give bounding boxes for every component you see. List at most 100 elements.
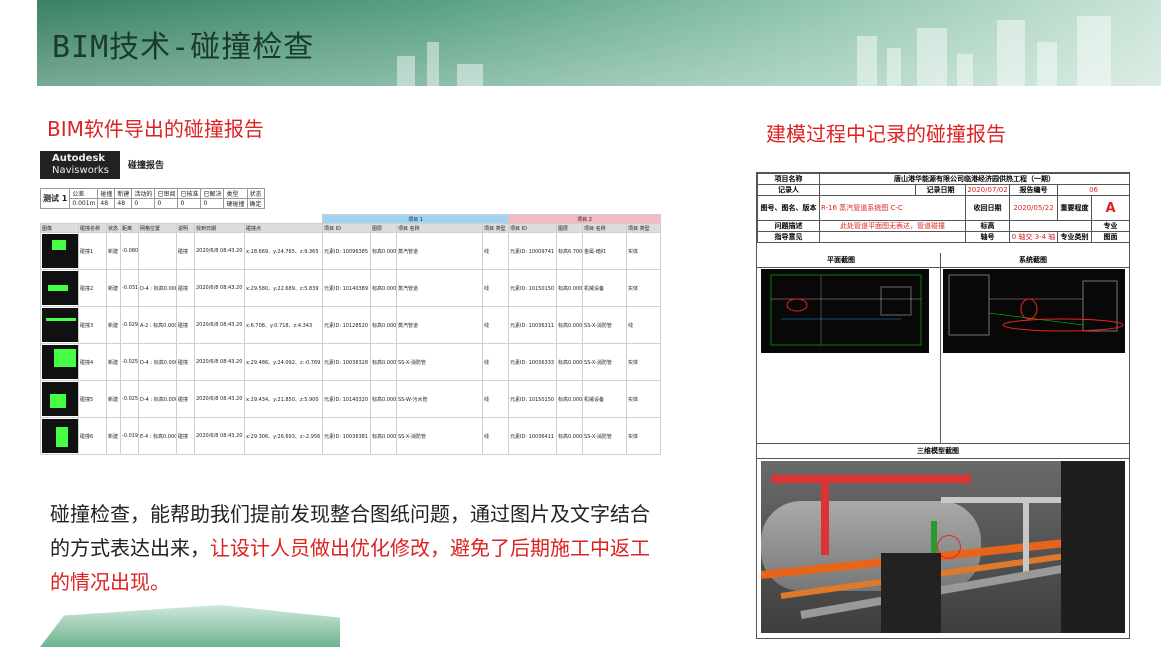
table-cell: SS-X-消防管 — [582, 306, 628, 344]
column-header: 项目 名称 — [582, 223, 628, 233]
table-cell: 线 — [481, 232, 510, 270]
table-row: 碰撞6 新建 -0.019 E-4 : 标高0.000 碰撞 2020/6/8 08:43… — [40, 417, 662, 455]
table-cell: 实体 — [626, 269, 662, 307]
table-cell: -0.080 — [120, 232, 139, 270]
table-cell: x:29.580、y:22.689、z:5.839 — [244, 269, 323, 307]
table-cell: 新建 — [106, 232, 121, 270]
table-cell: 标高0.000 — [556, 269, 584, 307]
column-header: 说明 — [176, 223, 195, 233]
table-cell: 元素ID: 10140320 — [322, 380, 371, 418]
table-cell: -0.029 — [120, 306, 139, 344]
table-cell: 碰撞 — [176, 306, 195, 344]
column-header: 距离 — [120, 223, 139, 233]
table-cell: 线 — [481, 380, 510, 418]
table-cell: D-4 : 标高0.000 — [138, 269, 177, 307]
report-title: 碰撞报告 — [128, 161, 165, 171]
table-cell: 2020/6/8 08:43.20 — [194, 417, 245, 455]
clash-thumbnail — [42, 382, 78, 416]
table-cell: 碰撞 — [176, 232, 195, 270]
table-cell: 新建 — [106, 380, 121, 418]
table-cell: 2020/6/8 08:43.20 — [194, 269, 245, 307]
table-cell: -0.025 — [120, 343, 139, 381]
system-screenshot — [943, 269, 1125, 353]
table-cell: 2020/6/8 08:43.20 — [194, 306, 245, 344]
table-cell: 元素ID: 10036311 — [508, 306, 558, 344]
table-cell: D-4 : 标高0.000 — [138, 380, 177, 418]
table-row: 碰撞4 新建 -0.025 D-4 : 标高0.000 碰撞 2020/6/8 08:43… — [40, 343, 662, 381]
table-cell: x:29.486、y:24.092、z:-0.769 — [244, 343, 323, 381]
table-cell: 标高0.000 — [370, 269, 397, 307]
column-header: 项目 类型 — [626, 223, 662, 233]
clash-thumbnail — [42, 234, 78, 268]
table-cell: 新建 — [106, 306, 121, 344]
model-screenshot — [761, 461, 1125, 633]
table-cell: 线 — [481, 417, 510, 455]
clash-table: 项目 1 项目 2 图像 碰撞名称 状态 距离 网格位置 说明 找到日期 碰撞点 项目 ID 图层… — [40, 214, 662, 455]
table-cell: SS-X-消防管 — [396, 417, 483, 455]
table-cell: E-4 : 标高0.000 — [138, 417, 177, 455]
table-cell: -0.019 — [120, 417, 139, 455]
table-cell: 实体 — [626, 343, 662, 381]
table-cell: 蒸汽管道 — [396, 269, 483, 307]
clash-thumbnail — [42, 308, 78, 342]
record-table: 项目名称 唐山港华能源有限公司临港经济园供热工程（一期） 记录人 记录日期 2020/… — [757, 173, 1131, 243]
table-cell: x:6.708、y:0.718、z:4.343 — [244, 306, 323, 344]
table-cell: 碰撞6 — [78, 417, 107, 455]
clash-thumbnail — [42, 419, 78, 453]
table-cell: 元素ID: 10036328 — [322, 343, 371, 381]
column-header: 项目 类型 — [481, 223, 510, 233]
table-cell: 蒸汽管道 — [396, 232, 483, 270]
table-cell: 2020/6/8 08:43.20 — [194, 380, 245, 418]
column-header: 图层 — [556, 223, 584, 233]
table-cell: 标高6.700 — [556, 232, 584, 270]
table-cell: 元素ID: 10150150 — [508, 380, 558, 418]
column-header: 图像 — [40, 223, 79, 233]
table-row: 碰撞2 新建 -0.031 D-4 : 标高0.000 碰撞 2020/6/8 08:43… — [40, 269, 662, 307]
table-cell: 2020/6/8 08:43.20 — [194, 232, 245, 270]
navisworks-report: Autodesk Navisworks 碰撞报告 测试 1 公差 碰撞 新建 活动的… — [39, 148, 662, 470]
table-cell: SS-W-污水管 — [396, 380, 483, 418]
table-cell: 2020/6/8 08:43.20 — [194, 343, 245, 381]
table-cell: 实体 — [626, 417, 662, 455]
table-cell: 碰撞 — [176, 380, 195, 418]
table-cell: 元素ID: 10036411 — [508, 417, 558, 455]
table-cell: 标高0.000 — [370, 306, 397, 344]
table-cell: SS-X-消防管 — [582, 417, 628, 455]
table-cell: 碰撞 — [176, 417, 195, 455]
table-cell: 线 — [481, 306, 510, 344]
column-header: 碰撞点 — [244, 223, 323, 233]
table-cell: 蒸汽管道 — [396, 306, 483, 344]
table-cell: 实体 — [626, 232, 662, 270]
page-title: BIM技术-碰撞检查 — [52, 30, 315, 65]
table-cell: x:18.669、y:24.765、z:9.365 — [244, 232, 323, 270]
table-row: 碰撞1 新建 -0.080 碰撞 2020/6/8 08:43.20 x:18.669、y… — [40, 232, 662, 270]
column-header: 项目 名称 — [396, 223, 483, 233]
table-cell: 碰撞3 — [78, 306, 107, 344]
table-cell: 元素ID: 10150150 — [508, 269, 558, 307]
table-cell: 标高0.000 — [370, 232, 397, 270]
right-subtitle: 建模过程中记录的碰撞报告 — [766, 122, 1006, 146]
table-cell: 碰撞 — [176, 343, 195, 381]
plan-screenshot — [761, 269, 929, 353]
table-cell: 元素ID: 10036333 — [508, 343, 558, 381]
table-cell: 新建 — [106, 417, 121, 455]
table-cell: A-2 : 标高0.000 — [138, 306, 177, 344]
table-cell: 元素ID: 10128520 — [322, 306, 371, 344]
table-cell: 标高0.000 — [556, 417, 584, 455]
table-cell: 线 — [481, 343, 510, 381]
table-cell: 机械设备 — [582, 269, 628, 307]
table-cell: 碰撞 — [176, 269, 195, 307]
table-cell: 元素ID: 10009741 — [508, 232, 558, 270]
table-cell: 元素ID: 10140389 — [322, 269, 371, 307]
table-cell: 元素ID: 10036381 — [322, 417, 371, 455]
column-header: 图层 — [370, 223, 397, 233]
column-header: 项目 ID — [508, 223, 558, 233]
left-subtitle: BIM软件导出的碰撞报告 — [47, 117, 264, 141]
table-cell: x:29.434、y:21.850、z:5.900 — [244, 380, 323, 418]
table-cell: 碰撞1 — [78, 232, 107, 270]
table-cell: D-4 : 标高0.000 — [138, 343, 177, 381]
table-cell: 线 — [481, 269, 510, 307]
table-cell: 金属-暗红 — [582, 232, 628, 270]
table-cell: 碰撞2 — [78, 269, 107, 307]
table-cell: x:29.306、y:26.693、z:-2.956 — [244, 417, 323, 455]
